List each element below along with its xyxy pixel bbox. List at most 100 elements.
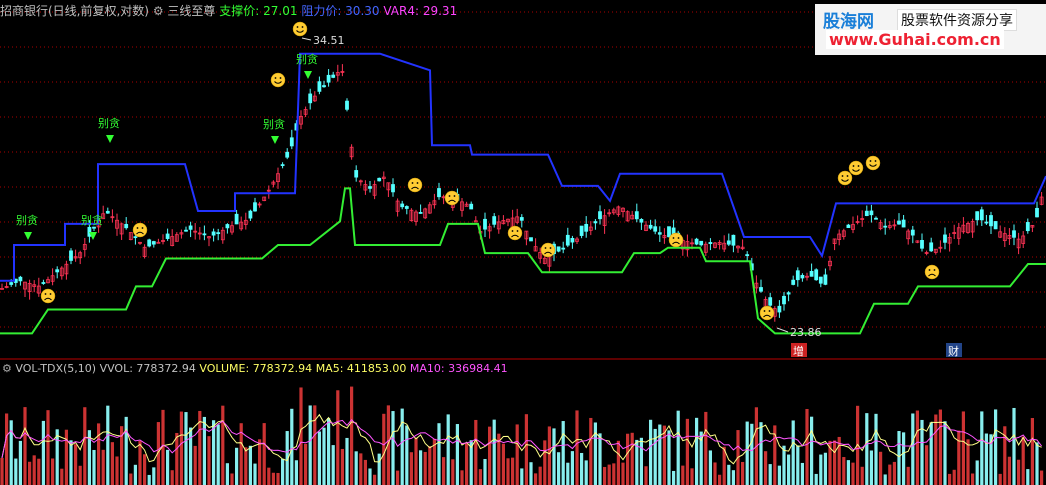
candle-body bbox=[18, 276, 23, 282]
volume-bar bbox=[207, 436, 211, 485]
eye-icon bbox=[448, 195, 451, 197]
volume-bar bbox=[83, 407, 87, 485]
volume-bar bbox=[685, 418, 689, 485]
watermark-brand: 股海网 bbox=[823, 12, 874, 32]
frown-icon bbox=[40, 288, 56, 304]
vvol-label: VVOL: bbox=[99, 362, 137, 375]
vvol-value: 778372.94 bbox=[136, 362, 196, 375]
volume-bar bbox=[915, 410, 919, 485]
volume-bar bbox=[184, 412, 188, 485]
candle-body bbox=[874, 217, 878, 220]
candle-body bbox=[818, 276, 823, 284]
volume-bar bbox=[138, 440, 142, 485]
volume-bar bbox=[331, 445, 335, 485]
eye-icon bbox=[296, 26, 299, 28]
volume-bar bbox=[892, 461, 896, 485]
candle-body bbox=[354, 170, 359, 178]
eye-icon bbox=[141, 227, 144, 229]
candle-body bbox=[147, 239, 152, 247]
volume-bar bbox=[147, 474, 151, 485]
greed-label: 别贪 bbox=[81, 213, 103, 227]
frown-icon bbox=[668, 232, 684, 248]
volume-bar bbox=[961, 411, 965, 485]
candle-body bbox=[202, 233, 207, 236]
volume-bar bbox=[1021, 436, 1025, 485]
candle-body bbox=[653, 226, 658, 232]
candle-body bbox=[745, 254, 750, 257]
volume-bar bbox=[994, 409, 998, 485]
candle-body bbox=[759, 287, 763, 292]
volume-bar bbox=[32, 455, 36, 485]
volume-bar bbox=[313, 405, 317, 485]
candle-body bbox=[308, 93, 313, 104]
ma5-value: 411853.00 bbox=[346, 362, 407, 375]
volume-bar bbox=[667, 430, 671, 485]
candle-body bbox=[519, 217, 524, 221]
candle-body bbox=[667, 226, 671, 238]
volume-bar bbox=[455, 424, 459, 485]
volume-bar bbox=[110, 442, 114, 485]
volume-bar bbox=[225, 463, 229, 485]
volume-bar bbox=[777, 465, 781, 485]
event-label-2: 财 bbox=[948, 344, 959, 358]
volume-bar bbox=[465, 443, 469, 485]
volume-bar bbox=[391, 411, 395, 485]
volume-bar bbox=[41, 420, 45, 485]
volume-bar bbox=[460, 470, 464, 485]
volume-bar bbox=[787, 454, 791, 485]
volume-bar bbox=[851, 462, 855, 485]
high-price-pointer bbox=[301, 37, 312, 41]
candle-body bbox=[648, 224, 653, 229]
volume-bar bbox=[796, 445, 800, 485]
settings-icon[interactable]: ⚙ bbox=[153, 4, 164, 18]
stock-chart[interactable]: 别贪别贪别贪别贪别贪 34.51 23.86 增 财 bbox=[0, 0, 1046, 485]
volume-bar bbox=[644, 466, 648, 485]
volume-bar bbox=[382, 413, 386, 485]
volume-bar bbox=[906, 466, 910, 485]
volume-bar bbox=[78, 465, 82, 485]
volume-bar bbox=[64, 429, 68, 485]
candle-body bbox=[188, 225, 193, 230]
volume-bar bbox=[612, 463, 616, 485]
volume-bar bbox=[676, 410, 680, 485]
candle-body bbox=[87, 226, 92, 237]
volume-bar bbox=[690, 468, 694, 485]
volume-bar bbox=[543, 440, 547, 485]
candle-body bbox=[225, 224, 230, 229]
volume-bar bbox=[1026, 469, 1030, 485]
volume-bar bbox=[262, 423, 266, 485]
candle-body bbox=[883, 225, 888, 228]
candle-body bbox=[331, 74, 336, 78]
volume-bar bbox=[437, 423, 441, 485]
volume-bar bbox=[1040, 470, 1044, 485]
volume-bar bbox=[97, 423, 101, 485]
frown-icon bbox=[507, 225, 523, 241]
var4-label: VAR4: bbox=[383, 4, 423, 18]
low-price-pointer bbox=[776, 327, 789, 333]
volume-bar bbox=[373, 474, 377, 485]
frown-icon bbox=[132, 222, 148, 238]
volume-bar bbox=[672, 470, 676, 485]
volume-settings-icon[interactable]: ⚙ bbox=[2, 362, 12, 375]
candle-body bbox=[800, 274, 805, 279]
volume-bar bbox=[423, 451, 427, 485]
candle-body bbox=[768, 297, 773, 306]
volume-bar bbox=[570, 451, 574, 485]
volume-bar bbox=[92, 449, 96, 485]
volume-bar bbox=[984, 433, 988, 485]
volume-bar bbox=[745, 421, 749, 485]
volume-bar bbox=[626, 433, 630, 485]
candle-body bbox=[791, 279, 796, 285]
resistance-value: 30.30 bbox=[345, 4, 380, 18]
volume-bar bbox=[1017, 459, 1021, 485]
volume-bar bbox=[515, 424, 519, 485]
candle-body bbox=[184, 229, 188, 232]
support-value: 27.01 bbox=[263, 4, 298, 18]
volume-bar bbox=[511, 457, 515, 485]
candle-body bbox=[869, 210, 874, 216]
eye-icon bbox=[846, 175, 849, 177]
volume-bar bbox=[649, 419, 653, 485]
volume-bar bbox=[506, 458, 510, 485]
volume-bar bbox=[281, 458, 285, 485]
chart-title-text: 招商银行(日线,前复权,对数) bbox=[0, 4, 149, 18]
